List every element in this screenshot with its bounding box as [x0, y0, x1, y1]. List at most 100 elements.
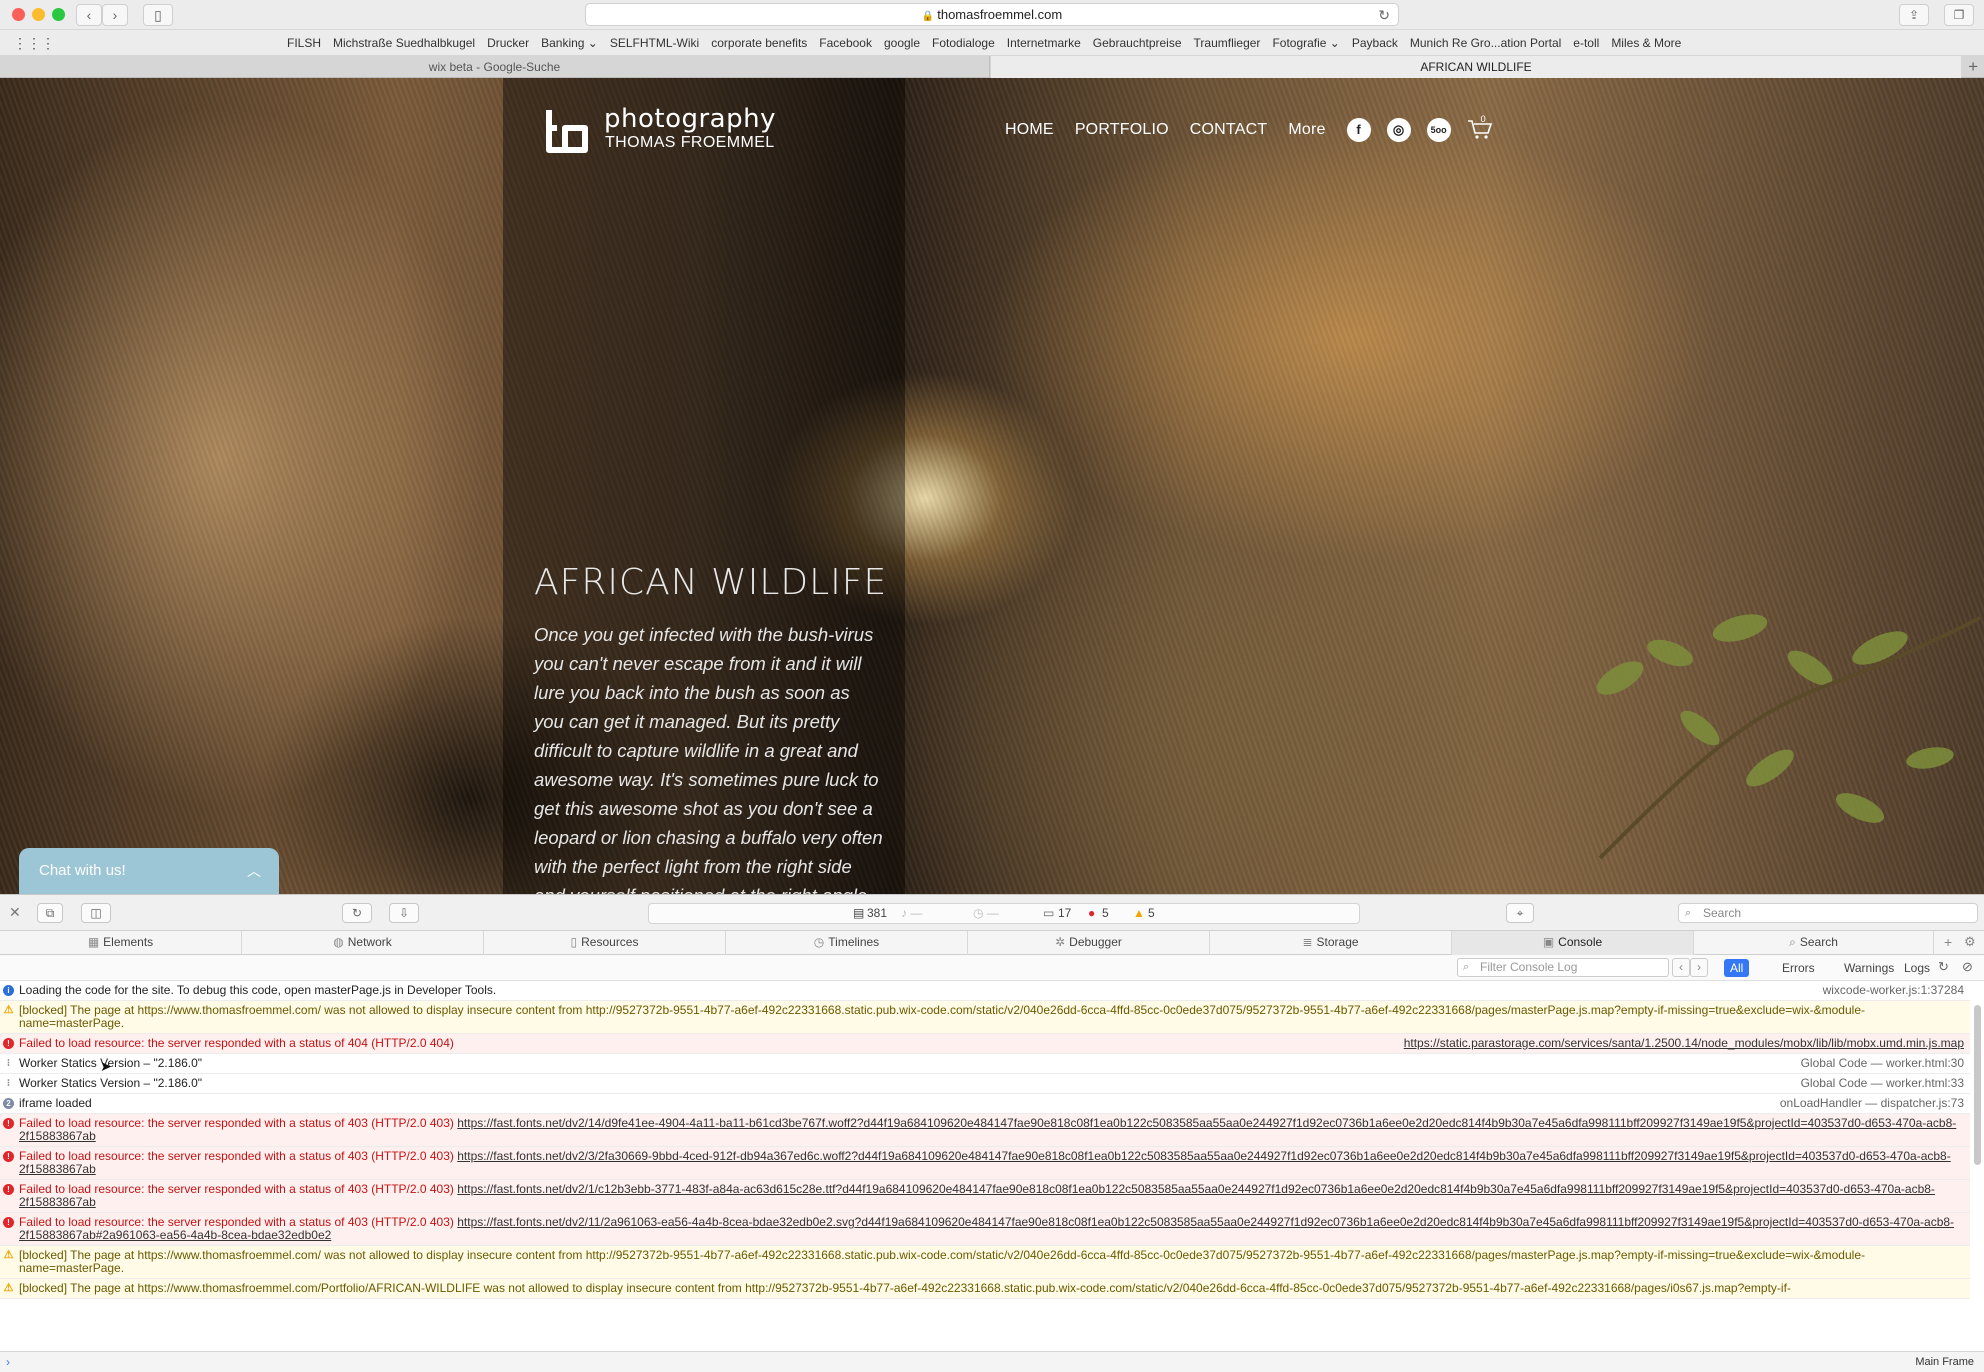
clear-console-icon[interactable]: ⊘ [1962, 959, 1973, 975]
filter-all[interactable]: All [1724, 959, 1750, 977]
console-message[interactable]: ⚠ [blocked] The page at https://www.thoma… [0, 1001, 1970, 1034]
message-count[interactable]: 17 [1058, 904, 1071, 923]
chevron-up-icon[interactable]: ︿ [247, 848, 261, 894]
error-count[interactable]: 5 [1102, 904, 1109, 923]
storage-icon: ≣ [1302, 935, 1313, 949]
console-source-link[interactable]: https://static.parastorage.com/services/… [1404, 1037, 1964, 1050]
bookmark-item[interactable]: Traumflieger [1188, 30, 1267, 56]
nav-contact[interactable]: CONTACT [1190, 121, 1268, 139]
chevron-right-icon[interactable]: › [1690, 958, 1708, 977]
download-button[interactable]: ⇩ [389, 903, 419, 923]
address-bar[interactable]: 🔒 thomasfroemmel.com ↻ [585, 3, 1399, 26]
tab-storage[interactable]: ≣ Storage [1210, 931, 1452, 955]
resource-count: 381 [867, 906, 888, 920]
bookmark-item[interactable]: FILSH [281, 30, 327, 56]
close-devtools-icon[interactable]: ✕ [9, 904, 21, 921]
console-source-link[interactable]: Global Code — worker.html:33 [1801, 1077, 1964, 1090]
console-filter-input[interactable]: ⌕ Filter Console Log [1457, 958, 1669, 977]
bookmark-item[interactable]: corporate benefits [705, 30, 813, 56]
tab-resources[interactable]: ▯ Resources [484, 931, 726, 955]
console-message[interactable]: i Loading the code for the site. To debug… [0, 981, 1970, 1001]
apps-grid-icon[interactable]: ⋮⋮⋮ [13, 35, 55, 52]
console-source-link[interactable]: Global Code — worker.html:30 [1801, 1057, 1964, 1070]
bookmark-item[interactable]: google [878, 30, 926, 56]
console-message[interactable]: ⚠ [blocked] The page at https://www.thoma… [0, 1246, 1970, 1279]
console-message-text: Failed to load resource: the server resp… [19, 1036, 454, 1050]
bookmark-item[interactable]: Internetmarke [1001, 30, 1087, 56]
console-source-link[interactable]: wixcode-worker.js:1:37284 [1823, 984, 1964, 997]
bookmark-item[interactable]: SELFHTML-Wiki [604, 30, 705, 56]
share-button[interactable]: ⇪ [1899, 4, 1929, 26]
tab-search[interactable]: ⌕ Search [1694, 931, 1934, 955]
console-message[interactable]: ! Failed to load resource: the server res… [0, 1180, 1970, 1213]
error-icon: ! [3, 1151, 14, 1162]
reload-icon[interactable]: ↻ [1378, 5, 1390, 26]
bookmark-item[interactable]: Michstraße Suedhalbkugel [327, 30, 481, 56]
refresh-icon[interactable]: ↻ [1938, 959, 1949, 975]
console-message[interactable]: ⚠ [blocked] The page at https://www.thoma… [0, 1279, 1970, 1299]
chat-widget[interactable]: Chat with us! ︿ [19, 848, 279, 894]
back-button[interactable]: ‹ [76, 4, 102, 26]
zoom-window-button[interactable] [52, 8, 65, 21]
bookmark-item[interactable]: Facebook [813, 30, 878, 56]
console-message[interactable]: ⁝ Worker Statics Version – "2.186.0" Globa… [0, 1074, 1970, 1094]
bookmark-item[interactable]: Payback [1346, 30, 1404, 56]
console-message[interactable]: ! Failed to load resource: the server res… [0, 1213, 1970, 1246]
tab-console[interactable]: ▣ Console [1452, 931, 1694, 955]
chevron-left-icon[interactable]: ‹ [1672, 958, 1690, 977]
minimize-window-button[interactable] [32, 8, 45, 21]
instagram-icon[interactable]: ◎ [1386, 118, 1411, 142]
frame-selector[interactable]: Main Frame [1915, 1356, 1974, 1368]
show-tabs-button[interactable]: ❐ [1944, 4, 1974, 26]
console-message[interactable]: ! Failed to load resource: the server res… [0, 1114, 1970, 1147]
console-message[interactable]: ! Failed to load resource: the server res… [0, 1147, 1970, 1180]
bookmark-item[interactable]: Fotodialoge [926, 30, 1001, 56]
gear-icon[interactable]: ⚙ [1964, 934, 1976, 950]
filter-errors[interactable]: Errors [1776, 959, 1821, 977]
bookmark-item[interactable]: Gebrauchtpreise [1087, 30, 1188, 56]
console-scrollbar[interactable] [1974, 1005, 1981, 1165]
cart-icon[interactable]: 0 [1467, 114, 1495, 142]
filter-warnings[interactable]: Warnings [1838, 959, 1900, 977]
element-picker-button[interactable]: ⌖ [1506, 903, 1534, 923]
nav-portfolio[interactable]: PORTFOLIO [1075, 121, 1169, 139]
warning-icon: ▲ [1133, 906, 1145, 920]
count-icon: 2 [3, 1098, 14, 1109]
undock-button[interactable]: ⧉ [37, 903, 63, 923]
forward-button[interactable]: › [102, 4, 128, 26]
bookmark-item[interactable]: Miles & More [1605, 30, 1687, 56]
tab-debugger[interactable]: ✲ Debugger [968, 931, 1210, 955]
facebook-icon[interactable]: f [1346, 118, 1371, 142]
500px-icon[interactable]: 5oo [1426, 118, 1451, 142]
bookmark-item[interactable]: e-toll [1567, 30, 1605, 56]
browser-tab-google[interactable]: wix beta - Google-Suche [0, 56, 990, 78]
nav-more[interactable]: More [1288, 121, 1325, 139]
devtools-search-input[interactable]: ⌕ Search [1678, 903, 1978, 923]
console-message[interactable]: ⁝ Worker Statics Version – "2.186.0" Globa… [0, 1054, 1970, 1074]
browser-tab-african-wildlife[interactable]: AFRICAN WILDLIFE [991, 56, 1961, 78]
tab-timelines[interactable]: ◷ Timelines [726, 931, 968, 955]
mouse-cursor-icon: ➤ [100, 1058, 112, 1074]
add-tab-icon[interactable]: + [1944, 934, 1952, 950]
new-tab-icon[interactable]: + [1968, 56, 1978, 78]
dock-side-button[interactable]: ◫ [81, 903, 111, 923]
nav-home[interactable]: HOME [1005, 121, 1054, 139]
filter-logs[interactable]: Logs [1898, 959, 1936, 977]
close-window-button[interactable] [12, 8, 25, 21]
bookmark-item[interactable]: Banking ⌄ [535, 30, 604, 56]
console-message-text: Loading the code for the site. To debug … [19, 983, 497, 997]
bookmark-item[interactable]: Fotografie ⌄ [1266, 30, 1345, 56]
sidebar-button[interactable]: ▯ [143, 4, 173, 26]
reload-page-button[interactable]: ↻ [342, 903, 372, 923]
bookmark-item[interactable]: Drucker [481, 30, 535, 56]
console-message[interactable]: 2 iframe loaded onLoadHandler — dispatcher… [0, 1094, 1970, 1114]
warning-count[interactable]: 5 [1148, 904, 1155, 923]
search-tab-icon: ⌕ [1789, 935, 1796, 949]
bookmark-item[interactable]: Munich Re Gro...ation Portal [1404, 30, 1567, 56]
console-message[interactable]: ! Failed to load resource: the server res… [0, 1034, 1970, 1054]
tab-network[interactable]: ◍ Network [242, 931, 484, 955]
console-message-text: iframe loaded [19, 1096, 92, 1110]
site-logo[interactable]: photography THOMAS FROEMMEL [543, 102, 793, 162]
console-source-link[interactable]: onLoadHandler — dispatcher.js:73 [1780, 1097, 1964, 1110]
tab-elements[interactable]: ▦ Elements [0, 931, 242, 955]
